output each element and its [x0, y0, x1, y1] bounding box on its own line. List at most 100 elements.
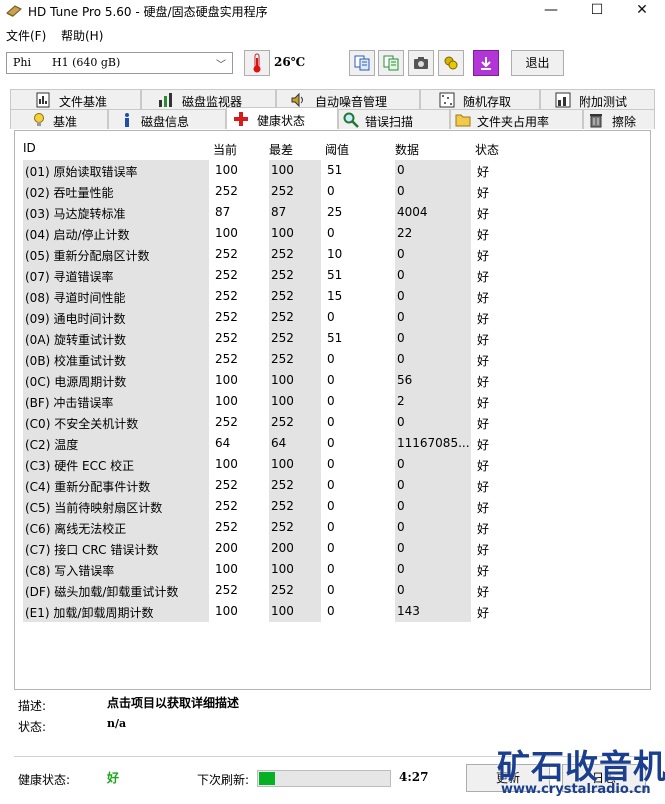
cell-current: 252: [215, 352, 238, 366]
tab-label: 文件夹占用率: [477, 115, 550, 129]
options-button[interactable]: [438, 50, 464, 76]
chevron-down-icon: ﹀: [216, 60, 226, 71]
table-row[interactable]: (09) 通电时间计数 252 252 0 0 好: [23, 307, 543, 328]
cell-threshold: 0: [327, 583, 335, 597]
column-header-current[interactable]: 当前: [213, 139, 265, 159]
cell-threshold: 0: [327, 184, 335, 198]
cell-id: (0C) 电源周期计数: [23, 370, 209, 391]
save-button[interactable]: [473, 50, 499, 76]
cell-current: 100: [215, 604, 238, 618]
minimize-button[interactable]: —: [528, 0, 574, 22]
maximize-button[interactable]: ☐: [574, 0, 620, 22]
title-bar: HD Tune Pro 5.60 - 硬盘/固态硬盘实用程序 — ☐ ✕: [0, 0, 665, 22]
tab-noise-management[interactable]: 自动噪音管理: [276, 89, 420, 109]
table-row[interactable]: (DF) 磁头加载/卸载重试计数 252 252 0 0 好: [23, 580, 543, 601]
column-header-id[interactable]: ID: [23, 139, 209, 159]
table-row[interactable]: (03) 马达旋转标准 87 87 25 4004 好: [23, 202, 543, 223]
temperature-button[interactable]: [244, 50, 270, 76]
tab-disk-info[interactable]: 磁盘信息: [108, 109, 226, 129]
copy-text-button[interactable]: [349, 50, 375, 76]
menu-help[interactable]: 帮助(H): [61, 27, 103, 44]
tab-label: 基准: [53, 115, 78, 129]
cell-data: 22: [395, 223, 471, 244]
table-row[interactable]: (04) 启动/停止计数 100 100 0 22 好: [23, 223, 543, 244]
cell-worst: 252: [269, 580, 321, 601]
table-row[interactable]: (0C) 电源周期计数 100 100 0 56 好: [23, 370, 543, 391]
cell-data: 0: [395, 475, 471, 496]
table-row[interactable]: (02) 吞吐量性能 252 252 0 0 好: [23, 181, 543, 202]
screenshot-button[interactable]: [408, 50, 434, 76]
tab-label: 文件基准: [59, 95, 108, 109]
table-row[interactable]: (E1) 加载/卸载周期计数 100 100 0 143 好: [23, 601, 543, 622]
cell-threshold: 51: [327, 268, 343, 282]
table-row[interactable]: (C7) 接口 CRC 错误计数 200 200 0 0 好: [23, 538, 543, 559]
close-button[interactable]: ✕: [619, 0, 665, 22]
folder-icon: [455, 114, 471, 127]
table-row[interactable]: (C0) 不安全关机计数 252 252 0 0 好: [23, 412, 543, 433]
cell-id: (C3) 硬件 ECC 校正: [23, 454, 209, 475]
tab-file-benchmark[interactable]: 文件基准: [10, 89, 141, 109]
cell-worst: 64: [269, 433, 321, 454]
table-row[interactable]: (05) 重新分配扇区计数 252 252 10 0 好: [23, 244, 543, 265]
drive-select[interactable]: Phi H1 (640 gB) ﹀: [6, 52, 233, 74]
table-row[interactable]: (C2) 温度 64 64 0 11167085... 好: [23, 433, 543, 454]
cell-threshold: 51: [327, 331, 343, 345]
tab-folder-usage[interactable]: 文件夹占用率: [450, 109, 583, 129]
cell-threshold: 0: [327, 394, 335, 408]
cell-status: 好: [477, 333, 490, 347]
tab-label: 擦除: [612, 115, 637, 129]
table-row[interactable]: (C4) 重新分配事件计数 252 252 0 0 好: [23, 475, 543, 496]
cell-id: (07) 寻道错误率: [23, 265, 209, 286]
cell-current: 100: [215, 373, 238, 387]
cell-id: (C2) 温度: [23, 433, 209, 454]
table-row[interactable]: (C5) 当前待映射扇区计数 252 252 0 0 好: [23, 496, 543, 517]
table-row[interactable]: (0B) 校准重试计数 252 252 0 0 好: [23, 349, 543, 370]
tab-label: 附加测试: [579, 95, 628, 109]
exit-button[interactable]: 退出: [511, 50, 564, 76]
column-header-threshold[interactable]: 阈值: [325, 139, 387, 159]
cell-data: 0: [395, 412, 471, 433]
cell-status: 好: [477, 186, 490, 200]
cell-current: 252: [215, 268, 238, 282]
tab-health[interactable]: 健康状态: [226, 107, 338, 129]
tab-row-top: 文件基准 磁盘监视器 自动噪音管理 随机存取 附加测试: [10, 89, 655, 109]
app-hdtune-icon: [6, 5, 22, 17]
cell-current: 252: [215, 583, 238, 597]
table-row[interactable]: (C8) 写入错误率 100 100 0 0 好: [23, 559, 543, 580]
cell-worst: 100: [269, 454, 321, 475]
table-row[interactable]: (07) 寻道错误率 252 252 51 0 好: [23, 265, 543, 286]
cell-current: 200: [215, 541, 238, 555]
cell-threshold: 0: [327, 352, 335, 366]
table-row[interactable]: (08) 寻道时间性能 252 252 15 0 好: [23, 286, 543, 307]
cell-current: 252: [215, 415, 238, 429]
table-row[interactable]: (0A) 旋转重试计数 252 252 51 0 好: [23, 328, 543, 349]
column-header-status[interactable]: 状态: [475, 139, 539, 159]
cell-threshold: 10: [327, 247, 343, 261]
tab-benchmark[interactable]: 基准: [10, 109, 108, 129]
tab-extra-tests[interactable]: 附加测试: [540, 89, 655, 109]
table-row[interactable]: (BF) 冲击错误率 100 100 0 2 好: [23, 391, 543, 412]
tab-erase[interactable]: 擦除: [583, 109, 655, 129]
table-row[interactable]: (C3) 硬件 ECC 校正 100 100 0 0 好: [23, 454, 543, 475]
copy-info-button[interactable]: [378, 50, 404, 76]
cell-data: 0: [395, 328, 471, 349]
tab-disk-monitor[interactable]: 磁盘监视器: [141, 89, 276, 109]
cell-data: 0: [395, 349, 471, 370]
cell-threshold: 0: [327, 373, 335, 387]
cell-data: 0: [395, 454, 471, 475]
menu-file[interactable]: 文件(F): [6, 27, 46, 44]
copy-text-icon: [354, 55, 370, 71]
tab-random-access[interactable]: 随机存取: [420, 89, 540, 109]
cell-id: (02) 吞吐量性能: [23, 181, 209, 202]
tab-error-scan[interactable]: 错误扫描: [338, 109, 450, 129]
tab-label: 磁盘信息: [141, 115, 190, 129]
benchmark-icon: [34, 113, 44, 126]
cell-current: 252: [215, 184, 238, 198]
table-row[interactable]: (01) 原始读取错误率 100 100 51 0 好: [23, 160, 543, 181]
column-header-data[interactable]: 数据: [395, 139, 471, 159]
table-row[interactable]: (C6) 离线无法校正 252 252 0 0 好: [23, 517, 543, 538]
cell-data: 2: [395, 391, 471, 412]
cell-data: 0: [395, 286, 471, 307]
trash-icon: [590, 114, 602, 128]
column-header-worst[interactable]: 最差: [269, 139, 321, 159]
